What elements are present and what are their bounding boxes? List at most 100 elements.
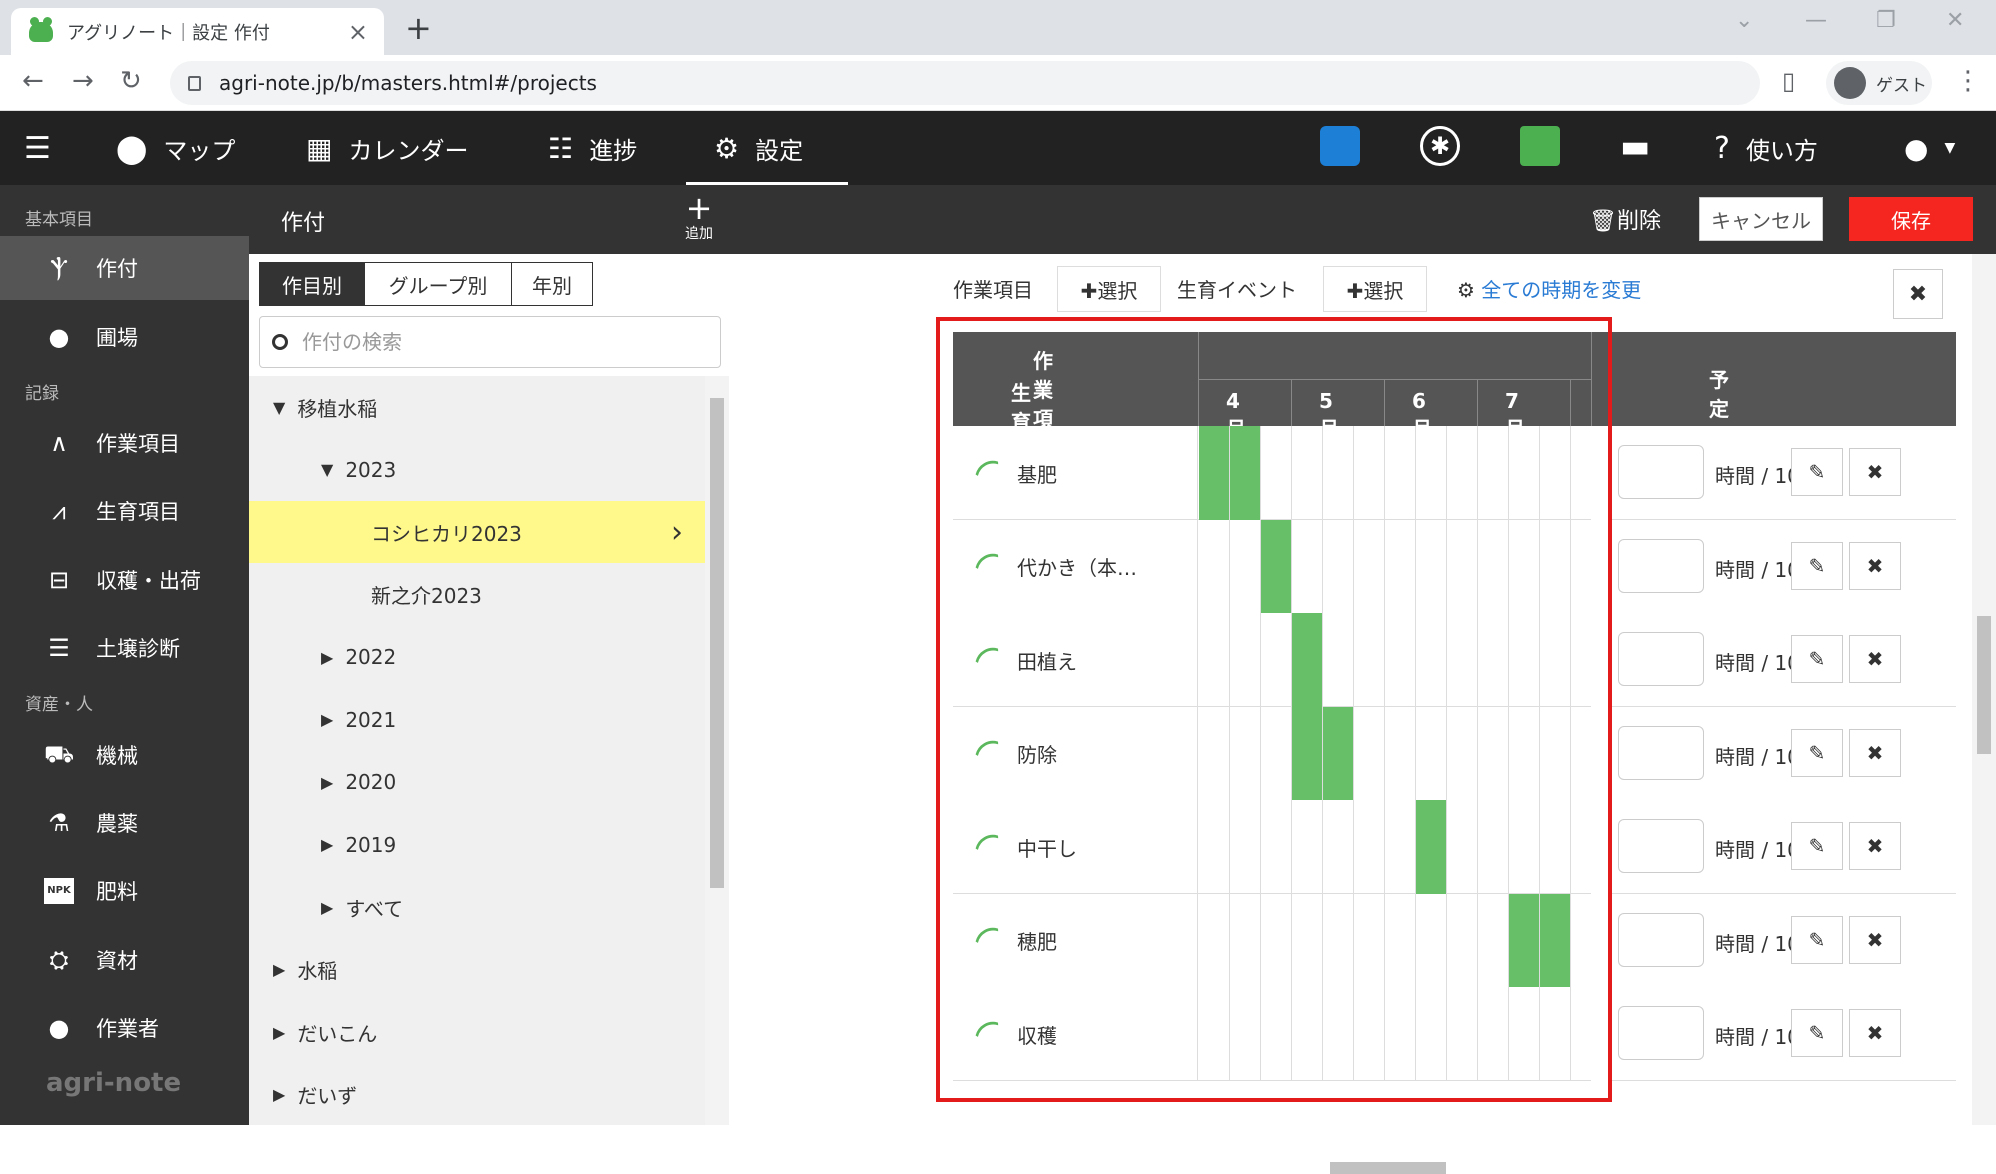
help-link[interactable]: ? 使い方 — [1714, 111, 1818, 185]
tree-node[interactable]: ▶ すべて — [249, 876, 705, 938]
reading-mode-icon[interactable]: ▯ — [1782, 67, 1795, 95]
sidebar-item-machines[interactable]: ⛟ 機械 — [0, 723, 249, 787]
segment-by-group[interactable]: グループ別 — [364, 262, 512, 306]
tree-node[interactable]: コシヒカリ2023 › — [249, 501, 705, 563]
sidebar-item-pesticides[interactable]: ⚗ 農薬 — [0, 791, 249, 855]
back-icon[interactable]: ← — [22, 66, 44, 96]
edit-button[interactable]: ✎ — [1791, 448, 1843, 496]
tree-node[interactable]: ▼ 移植水稲 — [249, 376, 705, 438]
collapsed-arrow-icon[interactable]: ▶ — [321, 648, 333, 667]
timeline-hscrollbar[interactable] — [1230, 1162, 1590, 1174]
asterisk-app-icon[interactable]: ✱ — [1420, 126, 1460, 166]
planned-time-input[interactable] — [1618, 912, 1704, 967]
menu-toggle-button[interactable]: ☰ — [24, 111, 67, 185]
planned-time-input[interactable] — [1618, 1006, 1704, 1060]
collapsed-arrow-icon[interactable]: ▶ — [273, 1023, 285, 1042]
select-growth-event-button[interactable]: ✚選択 — [1323, 266, 1427, 312]
remove-button[interactable]: ✖ — [1849, 635, 1901, 683]
nav-map[interactable]: ⬤ マップ — [116, 111, 235, 185]
edit-button[interactable]: ✎ — [1791, 1009, 1843, 1057]
expanded-arrow-icon[interactable]: ▼ — [273, 398, 285, 417]
reload-icon[interactable]: ↻ — [120, 66, 142, 96]
segment-by-crop[interactable]: 作目別 — [259, 262, 365, 306]
save-button[interactable]: 保存 — [1849, 197, 1973, 241]
segment-by-year[interactable]: 年別 — [511, 262, 593, 306]
tree-scrollbar-thumb[interactable] — [710, 398, 724, 888]
nav-progress[interactable]: ☷ 進捗 — [548, 111, 637, 185]
tree-node[interactable]: ▶ 2020 — [249, 751, 705, 813]
sidebar-item-materials[interactable]: ⛭ 資材 — [0, 928, 249, 992]
planned-time-input[interactable] — [1618, 445, 1704, 499]
tree-node[interactable]: ▶ 2021 — [249, 689, 705, 751]
cancel-button[interactable]: キャンセル — [1699, 197, 1823, 241]
tree-node[interactable]: ▶ だいず — [249, 1064, 705, 1126]
close-editor-button[interactable]: ✖ — [1893, 269, 1943, 319]
gear-icon: ⚙ — [714, 131, 740, 165]
edit-button[interactable]: ✎ — [1791, 635, 1843, 683]
expanded-arrow-icon[interactable]: ▼ — [321, 460, 333, 479]
select-work-item-button[interactable]: ✚選択 — [1057, 266, 1161, 312]
tree-node[interactable]: ▶ 2022 — [249, 626, 705, 688]
remove-button[interactable]: ✖ — [1849, 822, 1901, 870]
remove-button[interactable]: ✖ — [1849, 915, 1901, 964]
sidebar-item-harvest[interactable]: ⊟ 収穫・出荷 — [0, 548, 249, 612]
mgr-app-icon[interactable] — [1320, 126, 1360, 166]
tab-search-icon[interactable]: ⌄ — [1735, 8, 1753, 33]
crop-search-input[interactable] — [302, 330, 702, 354]
gear-icon: ⚙ — [1457, 278, 1475, 302]
collapsed-arrow-icon[interactable]: ▶ — [273, 960, 285, 979]
sidebar-item-fields[interactable]: ● 圃場 — [0, 305, 249, 369]
add-button[interactable]: + 追加 — [681, 192, 717, 243]
restore-icon[interactable]: ❐ — [1876, 8, 1896, 33]
profile-button[interactable]: ゲスト — [1826, 61, 1932, 105]
close-tab-icon[interactable]: × — [348, 18, 368, 46]
nav-calendar[interactable]: ▦ カレンダー — [306, 111, 468, 185]
browser-tab[interactable]: アグリノート｜設定 作付 × — [11, 8, 384, 55]
page-scrollbar[interactable] — [1972, 254, 1996, 1125]
collapsed-arrow-icon[interactable]: ▶ — [321, 710, 333, 729]
timeline-hscrollbar-thumb[interactable] — [1330, 1162, 1446, 1174]
tree-node[interactable]: ▶ 2019 — [249, 814, 705, 876]
tree-node[interactable]: ▶ だいこん — [249, 1001, 705, 1063]
planned-time-input[interactable] — [1618, 632, 1704, 686]
tree-node[interactable]: 新之介2023 — [249, 564, 705, 626]
user-menu[interactable]: ● ▼ — [1904, 111, 1955, 185]
sidebar-item-growth[interactable]: ⩘ 生育項目 — [0, 479, 249, 543]
tree-node[interactable]: ▶ 水稲 — [249, 939, 705, 1001]
planned-time-input[interactable] — [1618, 725, 1704, 780]
remove-button[interactable]: ✖ — [1849, 1009, 1901, 1057]
tree-node[interactable]: ▼ 2023 — [249, 439, 705, 501]
collapsed-arrow-icon[interactable]: ▶ — [273, 1085, 285, 1104]
sidebar-item-workers[interactable]: ● 作業者 — [0, 996, 249, 1060]
remove-button[interactable]: ✖ — [1849, 541, 1901, 590]
collapsed-arrow-icon[interactable]: ▶ — [321, 835, 333, 854]
sidebar-item-label: 肥料 — [96, 880, 138, 904]
remove-button[interactable]: ✖ — [1849, 728, 1901, 777]
sidebar-item-crops[interactable]: Ⲯ 作付 — [0, 236, 249, 300]
window-close-icon[interactable]: ✕ — [1946, 8, 1964, 33]
sidebar-item-fertilizer[interactable]: NPK 肥料 — [0, 859, 249, 923]
page-scrollbar-thumb[interactable] — [1977, 616, 1991, 754]
minimize-icon[interactable]: — — [1805, 8, 1827, 33]
chat-icon[interactable]: ▬ — [1620, 126, 1660, 166]
planned-time-input[interactable] — [1618, 819, 1704, 873]
tree-scrollbar[interactable] — [705, 376, 729, 1125]
browser-menu-icon[interactable]: ⋮ — [1955, 66, 1981, 96]
nav-settings[interactable]: ⚙ 設定 — [714, 111, 803, 185]
edit-button[interactable]: ✎ — [1791, 541, 1843, 590]
sidebar-item-soil[interactable]: ☰ 土壌診断 — [0, 616, 249, 680]
notebook-app-icon[interactable] — [1520, 126, 1560, 166]
edit-button[interactable]: ✎ — [1791, 728, 1843, 777]
edit-button[interactable]: ✎ — [1791, 915, 1843, 964]
new-tab-icon[interactable]: + — [405, 9, 432, 47]
url-field[interactable]: agri-note.jp/b/masters.html#/projects — [170, 61, 1760, 105]
sidebar-item-work-items[interactable]: ∧ 作業項目 — [0, 411, 249, 475]
remove-button[interactable]: ✖ — [1849, 448, 1901, 496]
forward-icon[interactable]: → — [72, 66, 94, 96]
delete-button[interactable]: 🗑削除 — [1589, 203, 1661, 235]
edit-button[interactable]: ✎ — [1791, 822, 1843, 870]
change-all-periods-link[interactable]: ⚙ 全ての時期を変更 — [1457, 274, 1641, 303]
planned-time-input[interactable] — [1618, 538, 1704, 593]
collapsed-arrow-icon[interactable]: ▶ — [321, 898, 333, 917]
collapsed-arrow-icon[interactable]: ▶ — [321, 773, 333, 792]
